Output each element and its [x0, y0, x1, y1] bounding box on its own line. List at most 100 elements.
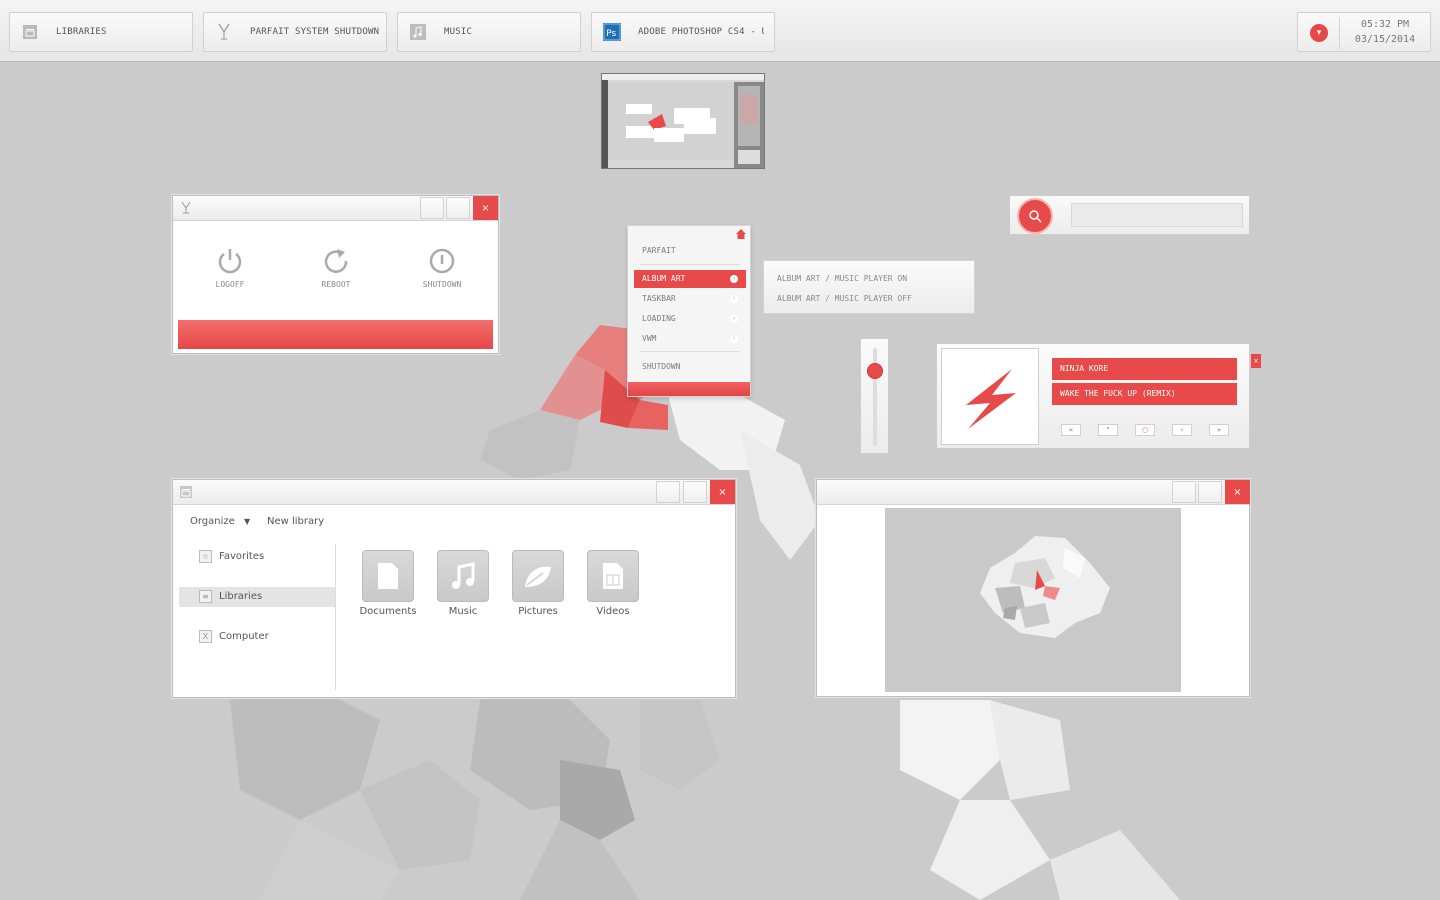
stop-button[interactable]: ○ [1135, 424, 1155, 436]
close-button[interactable]: × [710, 480, 735, 504]
reboot-label: Reboot [321, 280, 351, 289]
preview-window: × [816, 479, 1250, 697]
music-note-icon [452, 562, 475, 589]
chevron-right-icon: › [730, 315, 738, 323]
search-icon [1029, 210, 1042, 223]
lightning-bolt-icon [966, 369, 1016, 429]
computer-icon: X [199, 630, 212, 643]
album-art-submenu: Album Art / Music Player On Album Art / … [763, 260, 975, 314]
clock-widget[interactable]: ▾ 05:32 PM 03/15/2014 [1297, 12, 1431, 52]
minimize-button[interactable] [420, 197, 444, 219]
leaf-icon [525, 566, 551, 587]
clock-time: 05:32 PM [1360, 19, 1410, 30]
minimize-button[interactable] [1172, 481, 1196, 503]
menu-item-label: Taskbar [642, 294, 676, 303]
titlebar: × [817, 480, 1250, 505]
organize-label: Organize [190, 516, 235, 527]
window-thumbnail-preview[interactable] [601, 73, 765, 169]
music-icon [409, 23, 427, 41]
taskbar-button-label: Adobe Photoshop CS4 - Unti... [638, 27, 764, 37]
nav-item-label: Computer [219, 631, 269, 642]
logoff-button[interactable]: Logoff [190, 246, 270, 289]
menu-item-album-art[interactable]: Album Art › [634, 270, 746, 288]
shutdown-button[interactable]: Shutdown [402, 246, 482, 289]
music-player: Ninja Kore Wake The Fuck Up (Remix) « " … [936, 343, 1261, 449]
maximize-button[interactable] [446, 197, 470, 219]
taskbar-button-label: Music [444, 27, 473, 37]
close-button[interactable]: × [473, 196, 498, 220]
player-close-button[interactable]: × [1251, 354, 1261, 368]
chevron-right-icon: › [730, 275, 738, 283]
library-icon [21, 23, 39, 41]
chevron-right-icon: › [730, 335, 738, 343]
logoff-label: Logoff [215, 280, 245, 289]
shutdown-dialog: × Logoff Reboot Shutdown [172, 195, 499, 354]
libraries-window: × Organize ▼ New library ☆ Favorites ≡ L… [172, 479, 736, 698]
titlebar: × [173, 196, 498, 221]
menu-header: Parfait [642, 246, 676, 255]
menu-item-label: Loading [642, 314, 676, 323]
power-icon [218, 249, 242, 274]
play-button[interactable]: › [1172, 424, 1192, 436]
photoshop-icon: Ps [603, 23, 621, 41]
menu-item-taskbar[interactable]: Taskbar › [634, 290, 746, 308]
chevron-down-icon[interactable]: ▾ [1310, 24, 1328, 42]
library-label: Pictures [518, 606, 558, 617]
artist-label: Ninja Kore [1052, 358, 1237, 380]
taskbar: Libraries Parfait System Shutdown Music … [0, 0, 1440, 62]
library-videos[interactable]: Videos [578, 550, 648, 617]
shutdown-label: Shutdown [422, 280, 462, 289]
maximize-button[interactable] [1198, 481, 1222, 503]
pause-button[interactable]: " [1098, 424, 1118, 436]
organize-menu[interactable]: Organize ▼ [190, 516, 250, 527]
document-icon [378, 563, 398, 589]
titlebar: × [173, 480, 735, 505]
taskbar-button-photoshop[interactable]: Ps Adobe Photoshop CS4 - Unti... [591, 12, 775, 52]
divider [335, 544, 336, 690]
reboot-button[interactable]: Reboot [296, 246, 376, 289]
svg-text:Ps: Ps [606, 29, 616, 39]
taskbar-button-label: Parfait System Shutdown [250, 27, 380, 37]
new-library-button[interactable]: New library [267, 516, 324, 527]
menu-item-vwm[interactable]: VWM › [634, 330, 746, 348]
submenu-item-player-on[interactable]: Album Art / Music Player On [777, 274, 907, 283]
volume-knob[interactable] [867, 362, 883, 379]
maximize-button[interactable] [683, 481, 707, 503]
nav-item-libraries[interactable]: ≡ Libraries [179, 587, 335, 607]
close-button[interactable]: × [1225, 480, 1250, 504]
reboot-icon [324, 249, 348, 273]
favorites-icon: ☆ [199, 550, 212, 563]
menu-item-shutdown[interactable]: Shutdown [634, 358, 746, 376]
library-icon [180, 486, 192, 498]
taskbar-button-shutdown[interactable]: Parfait System Shutdown [203, 12, 387, 52]
film-icon [603, 563, 623, 589]
search-button[interactable] [1017, 198, 1053, 234]
library-label: Music [448, 606, 478, 617]
chevron-right-icon: › [730, 295, 738, 303]
parfait-glass-icon [181, 201, 191, 214]
divider [640, 351, 740, 352]
divider [640, 264, 740, 265]
library-documents[interactable]: Documents [353, 550, 423, 617]
status-bar [178, 320, 493, 349]
minimize-button[interactable] [656, 481, 680, 503]
nav-item-computer[interactable]: X Computer [179, 627, 335, 647]
search-input[interactable] [1071, 203, 1243, 227]
volume-slider[interactable] [860, 338, 889, 454]
home-icon[interactable] [736, 229, 746, 239]
menu-item-label: VWM [642, 334, 657, 343]
library-icon: ≡ [199, 590, 212, 603]
next-button[interactable]: » [1209, 424, 1229, 436]
wallpaper-preview [885, 508, 1181, 692]
submenu-item-player-off[interactable]: Album Art / Music Player Off [777, 294, 912, 303]
taskbar-button-libraries[interactable]: Libraries [9, 12, 193, 52]
library-pictures[interactable]: Pictures [503, 550, 573, 617]
nav-item-favorites[interactable]: ☆ Favorites [179, 547, 335, 567]
previous-button[interactable]: « [1061, 424, 1081, 436]
shutdown-icon [429, 248, 455, 274]
menu-item-loading[interactable]: Loading › [634, 310, 746, 328]
chevron-down-icon: ▼ [244, 517, 251, 526]
taskbar-button-music[interactable]: Music [397, 12, 581, 52]
library-music[interactable]: Music [428, 550, 498, 617]
menu-item-label: Album Art [642, 274, 686, 283]
